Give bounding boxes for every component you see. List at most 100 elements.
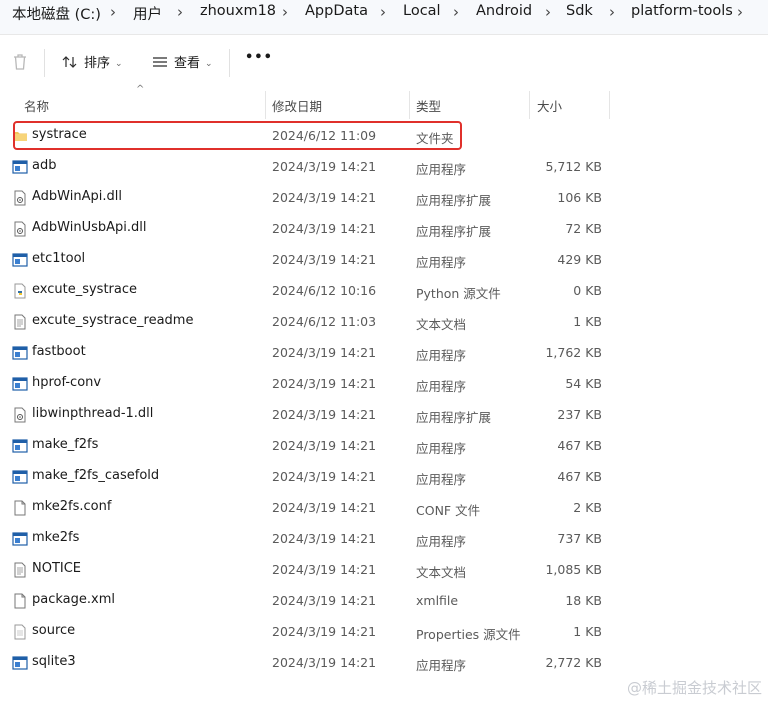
breadcrumb-item[interactable]: Android [476,3,532,19]
file-type: Python 源文件 [416,286,501,301]
view-icon [153,57,167,67]
file-modified-date: 2024/3/19 14:21 [272,655,377,670]
text-file-icon [12,562,28,578]
chevron-right-icon[interactable]: › [453,3,459,21]
file-size: 18 KB [565,593,602,608]
breadcrumb-item[interactable]: platform-tools [631,3,733,19]
file-name: mke2fs [32,530,80,545]
breadcrumb-item[interactable]: AppData [305,3,368,19]
file-type: 应用程序 [416,534,467,549]
delete-icon[interactable] [12,53,28,75]
column-header-date[interactable]: 修改日期 [272,96,322,124]
file-row[interactable]: make_f2fs 2024/3/19 14:21 应用程序 467 KB [0,431,768,462]
more-options-icon[interactable]: ••• [245,50,273,65]
file-row[interactable]: excute_systrace 2024/6/12 10:16 Python 源文件… [0,276,768,307]
file-modified-date: 2024/3/19 14:21 [272,469,377,484]
file-name: make_f2fs_casefold [32,468,160,483]
properties-file-icon [12,624,28,640]
view-button[interactable]: 查看 ⌄ [152,52,213,71]
file-row[interactable]: hprof-conv 2024/3/19 14:21 应用程序 54 KB [0,369,768,400]
chevron-right-icon[interactable]: › [110,3,116,21]
chevron-down-icon: ⌄ [205,59,213,69]
file-size: 1,762 KB [545,345,602,360]
file-name: AdbWinApi.dll [32,189,122,204]
sort-ascending-icon: ^ [136,84,145,95]
file-name: excute_systrace_readme [32,313,194,328]
sort-button[interactable]: 排序 ⌄ [62,52,123,71]
file-name: mke2fs.conf [32,499,112,514]
file-row[interactable]: source 2024/3/19 14:21 Properties 源文件 1 KB [0,617,768,648]
file-modified-date: 2024/3/19 14:21 [272,593,377,608]
column-divider[interactable] [609,91,610,119]
text-file-icon [12,314,28,330]
file-row[interactable]: make_f2fs_casefold 2024/3/19 14:21 应用程序 467… [0,462,768,493]
file-modified-date: 2024/3/19 14:21 [272,531,377,546]
file-row[interactable]: AdbWinApi.dll 2024/3/19 14:21 应用程序扩展 106 KB [0,183,768,214]
file-type: 应用程序 [416,658,467,673]
highlight-box [13,121,462,150]
chevron-right-icon[interactable]: › [737,3,743,21]
file-modified-date: 2024/3/19 14:21 [272,624,377,639]
file-row[interactable]: mke2fs 2024/3/19 14:21 应用程序 737 KB [0,524,768,555]
file-size: 106 KB [557,190,602,205]
dll-icon [12,407,28,423]
column-header-name[interactable]: 名称 [24,96,49,124]
python-file-icon [12,283,28,299]
file-row[interactable]: fastboot 2024/3/19 14:21 应用程序 1,762 KB [0,338,768,369]
breadcrumb-item[interactable]: 用户 [133,3,162,24]
app-icon [12,376,28,392]
file-type: 文本文档 [416,565,467,580]
file-row[interactable]: etc1tool 2024/3/19 14:21 应用程序 429 KB [0,245,768,276]
file-row[interactable]: libwinpthread-1.dll 2024/3/19 14:21 应用程序扩展… [0,400,768,431]
column-divider[interactable] [409,91,410,119]
file-name: make_f2fs [32,437,99,452]
breadcrumb-item[interactable]: Sdk [566,3,593,19]
file-name: fastboot [32,344,86,359]
breadcrumb-item[interactable]: Local [403,3,441,19]
chevron-right-icon[interactable]: › [380,3,386,21]
file-modified-date: 2024/3/19 14:21 [272,500,377,515]
file-row[interactable]: AdbWinUsbApi.dll 2024/3/19 14:21 应用程序扩展 72 … [0,214,768,245]
chevron-right-icon[interactable]: › [609,3,615,21]
file-name: source [32,623,76,638]
file-size: 54 KB [565,376,602,391]
app-icon [12,655,28,671]
chevron-down-icon: ⌄ [115,59,123,69]
file-row[interactable]: excute_systrace_readme 2024/6/12 11:03 文本文… [0,307,768,338]
column-header-size[interactable]: 大小 [537,96,562,124]
file-type: 应用程序 [416,348,467,363]
file-row[interactable]: adb 2024/3/19 14:21 应用程序 5,712 KB [0,152,768,183]
address-bar[interactable]: 本地磁盘 (C:) › 用户 › zhouxm18 › AppData › Lo… [0,0,768,35]
chevron-right-icon[interactable]: › [545,3,551,21]
file-row[interactable]: NOTICE 2024/3/19 14:21 文本文档 1,085 KB [0,555,768,586]
file-type: 应用程序扩展 [416,224,492,239]
file-type: 应用程序扩展 [416,193,492,208]
view-label: 查看 [174,56,201,71]
file-size: 0 KB [573,283,602,298]
file-size: 737 KB [557,531,602,546]
file-size: 1 KB [573,624,602,639]
file-name: libwinpthread-1.dll [32,406,154,421]
file-size: 237 KB [557,407,602,422]
file-modified-date: 2024/3/19 14:21 [272,562,377,577]
file-row[interactable]: mke2fs.conf 2024/3/19 14:21 CONF 文件 2 KB [0,493,768,524]
column-divider[interactable] [265,91,266,119]
file-modified-date: 2024/3/19 14:21 [272,438,377,453]
file-type: 应用程序 [416,379,467,394]
chevron-right-icon[interactable]: › [177,3,183,21]
dll-icon [12,221,28,237]
file-row[interactable]: package.xml 2024/3/19 14:21 xmlfile 18 KB [0,586,768,617]
file-type: 应用程序 [416,441,467,456]
file-size: 467 KB [557,438,602,453]
file-type: 应用程序 [416,255,467,270]
column-divider[interactable] [529,91,530,119]
column-header-type[interactable]: 类型 [416,96,441,124]
file-row[interactable]: sqlite3 2024/3/19 14:21 应用程序 2,772 KB [0,648,768,679]
chevron-right-icon[interactable]: › [282,3,288,21]
file-modified-date: 2024/3/19 14:21 [272,190,377,205]
app-icon [12,438,28,454]
file-size: 1,085 KB [545,562,602,577]
file-name: AdbWinUsbApi.dll [32,220,147,235]
breadcrumb-item[interactable]: zhouxm18 [200,3,276,19]
breadcrumb-item[interactable]: 本地磁盘 (C:) [12,3,101,24]
